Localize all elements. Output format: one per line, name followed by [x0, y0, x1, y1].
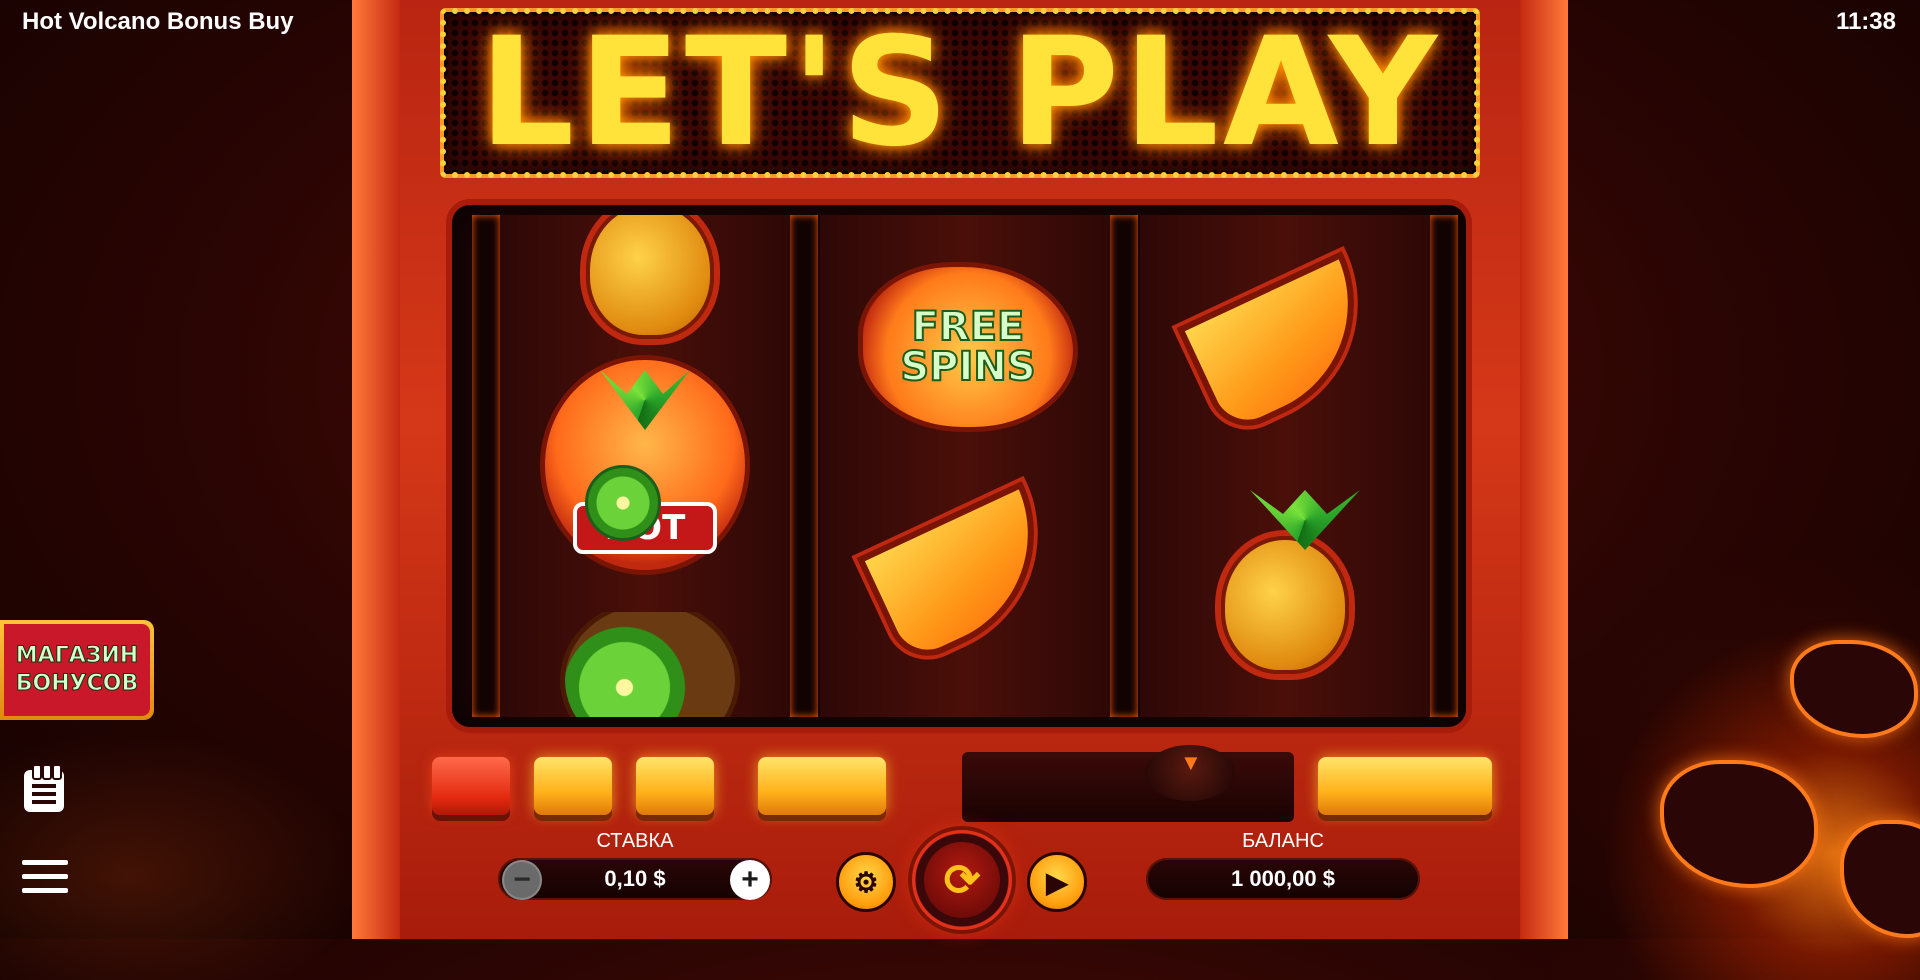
cabinet-side-left: [352, 0, 400, 939]
stake-label: СТАВКА: [596, 830, 674, 852]
lava-background-left: [0, 720, 380, 980]
stake-value: 0,10 $: [604, 866, 666, 891]
deck-button-red[interactable]: [432, 757, 510, 815]
increase-stake-button[interactable]: +: [730, 860, 770, 900]
hot-fruits-icon: HOT: [540, 355, 750, 575]
reel-divider: [1430, 215, 1458, 717]
balance-value: 1 000,00 $: [1231, 866, 1335, 891]
coin-slot: [962, 752, 1294, 822]
bonus-shop-label-line1: МАГАЗИН: [15, 643, 139, 669]
spin-button[interactable]: ⟳: [924, 842, 1000, 918]
clock: 11:38: [1835, 8, 1896, 35]
spin-icon: ⟳: [943, 855, 981, 905]
history-icon[interactable]: [24, 764, 64, 812]
pineapple-icon: [560, 215, 740, 345]
spins-label: SPINS: [899, 344, 1036, 390]
coins-settings-icon: ⚙: [853, 866, 879, 898]
marquee-text: LET'S PLAY: [478, 6, 1442, 180]
banana-icon: [856, 481, 1074, 669]
reel-divider: [1110, 215, 1138, 717]
menu-icon[interactable]: [22, 860, 68, 896]
pineapple-icon: [1190, 490, 1380, 680]
autoplay-button[interactable]: ▶: [1027, 852, 1087, 912]
free-label: FREE: [911, 304, 1026, 350]
reel-divider: [790, 215, 818, 717]
autoplay-icon: ▶: [1046, 866, 1068, 898]
bonus-shop-label-line2: БОНУСОВ: [15, 671, 139, 697]
cabinet-side-right: [1520, 0, 1568, 939]
kiwi-icon: [550, 612, 750, 717]
balance-label: БАЛАНС: [1242, 830, 1324, 852]
banana-icon: [1176, 251, 1394, 439]
game-title: Hot Volcano Bonus Buy: [22, 8, 294, 35]
deck-button[interactable]: [534, 757, 612, 815]
reel-divider: [472, 215, 500, 717]
deck-button-large[interactable]: [1318, 757, 1492, 815]
bonus-shop-button[interactable]: МАГАЗИН БОНУСОВ: [0, 620, 154, 720]
deck-button[interactable]: [636, 757, 714, 815]
arrow-down-icon: ▼: [1180, 750, 1202, 775]
decrease-stake-button[interactable]: −: [502, 860, 542, 900]
deck-button-wide[interactable]: [758, 757, 886, 815]
bet-settings-button[interactable]: ⚙: [836, 852, 896, 912]
